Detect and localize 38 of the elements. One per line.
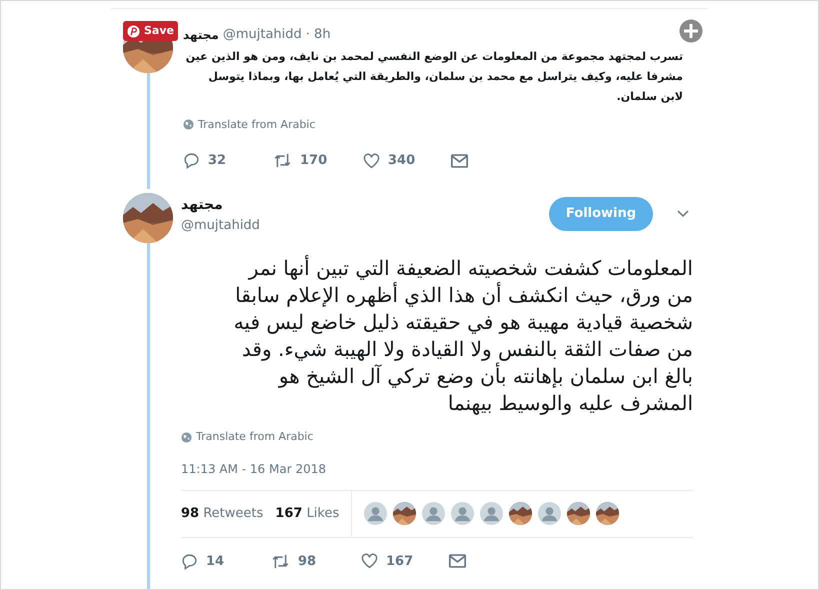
like-count: 340 (388, 152, 416, 170)
move-icon[interactable] (679, 19, 703, 43)
pin-icon (127, 24, 140, 38)
globe-icon (183, 119, 194, 130)
like-count: 167 (386, 552, 414, 570)
likes-stat[interactable]: 167 Likes (275, 504, 340, 524)
chevron-down-icon[interactable] (677, 210, 689, 218)
retweet-icon[interactable] (271, 552, 290, 570)
tweet-time[interactable]: · 8h (306, 25, 331, 44)
translate-link[interactable]: Translate from Arabic (198, 116, 316, 133)
mail-icon[interactable] (449, 554, 466, 568)
following-button[interactable]: Following (549, 196, 653, 230)
globe-icon (181, 432, 192, 443)
reply-count: 14 (206, 552, 224, 570)
default-avatar-icon[interactable] (480, 502, 504, 525)
author-handle[interactable]: @mujtahidd (222, 25, 302, 44)
heart-icon[interactable] (363, 152, 380, 169)
tweet-text: المعلومات كشفت شخصيته الضعيفة التي تبين أنها نمر من ورق، حيث انكشف أن هذا الذي أظهره الإعلام سابقا شخصية قيادية مهيبة هو في حقيقته ذليل خاضع ليس فيه من صفات الثقة بالنفس ولا القيادة ولا الهيبة شيء. وقد بالغ ابن سلمان بإهانته بأن وضع تركي آل الشيخ هو المشرف عليه والوسيط بيهنما (232, 255, 693, 417)
default-avatar-icon[interactable] (422, 502, 446, 525)
default-avatar-icon[interactable] (364, 502, 388, 525)
retweet-count: 170 (300, 152, 328, 170)
retweets-stat[interactable]: 98 Retweets (181, 504, 264, 524)
mail-icon[interactable] (451, 154, 468, 168)
retweet-count: 98 (298, 552, 316, 570)
default-avatar-icon[interactable] (451, 502, 474, 525)
reply-count: 32 (208, 152, 226, 170)
author-handle[interactable]: @mujtahidd (181, 216, 260, 235)
retweet-icon[interactable] (273, 152, 292, 170)
author-name[interactable]: مجتهد (181, 194, 260, 216)
reply-icon[interactable] (181, 552, 198, 570)
tweet-timestamp[interactable]: 11:13 AM - 16 Mar 2018 (181, 460, 326, 478)
default-avatar-icon[interactable] (538, 502, 562, 525)
save-button[interactable]: Save (123, 21, 178, 41)
author-name[interactable]: مجتهد (183, 26, 219, 44)
tweet-text: تسرب لمجتهد مجموعة من المعلومات عن الوضع النفسي لمحمد بن نايف، ومن هو الذين عين مشرفا عليه، وكيف يتراسل مع محمد بن سلمان، والطريقة التي يُعامل بها، وبماذا يتوسل لابن سلمان. (184, 48, 684, 105)
reply-icon[interactable] (183, 152, 200, 170)
heart-icon[interactable] (361, 553, 378, 570)
translate-link[interactable]: Translate from Arabic (196, 429, 314, 446)
